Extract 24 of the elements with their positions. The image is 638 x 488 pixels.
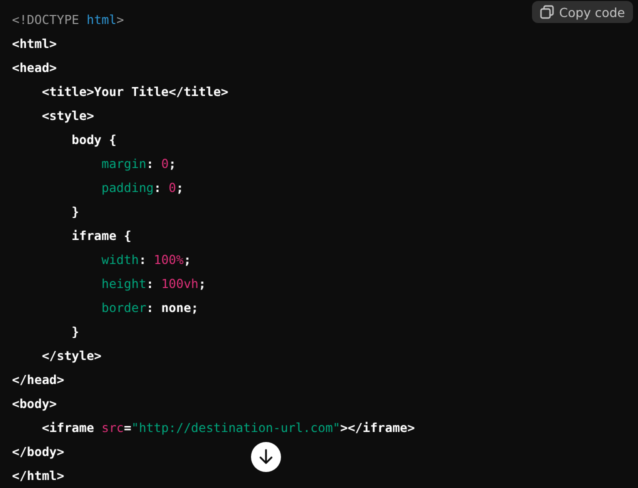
code-line: <body> [12,395,57,413]
code-line: </head> [12,371,64,389]
code-line: </body> [12,443,64,461]
code-line: <iframe src="http://destination-url.com"></iframe> [42,419,415,437]
copy-code-button[interactable]: Copy code [532,1,633,23]
code-line: height: 100vh; [102,275,206,293]
code-line: width: 100%; [102,251,192,269]
code-line: <style> [42,107,94,125]
code-line: padding: 0; [102,179,184,197]
code-line: iframe { [72,227,132,245]
code-line: border: none; [102,299,198,317]
code-line: </style> [42,347,102,365]
code-line: body { [72,131,116,149]
code-line: <head> [12,59,57,77]
down-arrow-icon [259,449,273,465]
code-line: } [72,323,80,341]
code-line: </html> [12,467,64,485]
code-line: <!DOCTYPE html> [12,11,124,29]
scroll-down-button[interactable] [251,442,281,472]
code-line: } [72,203,80,221]
code-line: <html> [12,35,57,53]
copy-icon [540,5,554,19]
code-line: margin: 0; [102,155,176,173]
code-line: <title>Your Title</title> [42,83,228,101]
